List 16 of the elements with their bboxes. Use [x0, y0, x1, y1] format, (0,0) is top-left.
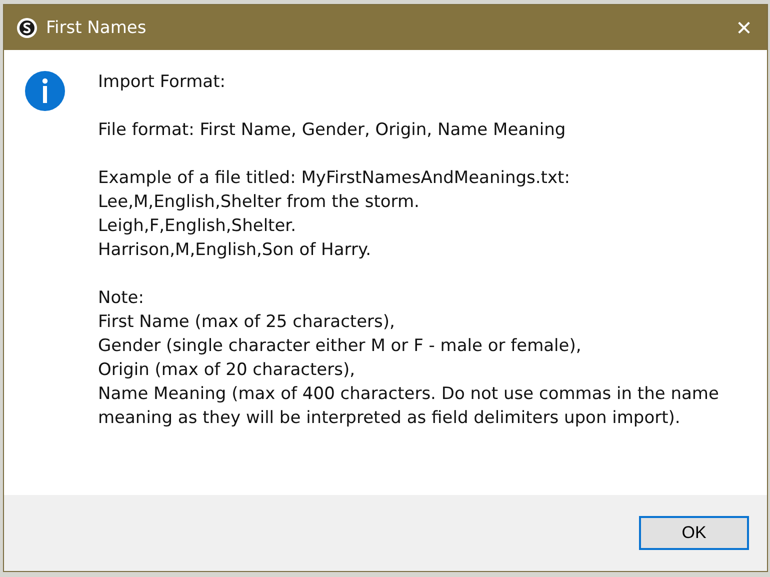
close-button[interactable]: ✕	[721, 5, 767, 50]
message-line: Harrison,M,English,Son of Harry.	[98, 239, 372, 262]
message-line: Lee,M,English,Shelter from the storm.	[98, 191, 420, 214]
message-line: Leigh,F,English,Shelter.	[98, 215, 297, 238]
message-line: Name Meaning (max of 400 characters. Do not use commas in the name meaning as they will be interpreted as field delimiters upon import).	[98, 383, 720, 430]
message-line: Example of a file titled: MyFirstNamesAndMeanings.txt:	[98, 167, 571, 190]
message-line: Origin (max of 20 characters),	[98, 359, 356, 382]
message-line: File format: First Name, Gender, Origin, Name Meaning	[98, 119, 567, 142]
message-line: First Name (max of 25 characters),	[98, 311, 396, 334]
app-logo-icon	[16, 16, 38, 38]
message-line: Gender (single character either M or F - male or female),	[98, 335, 582, 358]
info-icon	[24, 70, 66, 112]
ok-button[interactable]: OK	[639, 516, 749, 550]
message-heading: Import Format:	[98, 71, 226, 94]
window-title: First Names	[46, 18, 148, 38]
message-line: Note:	[98, 287, 145, 310]
